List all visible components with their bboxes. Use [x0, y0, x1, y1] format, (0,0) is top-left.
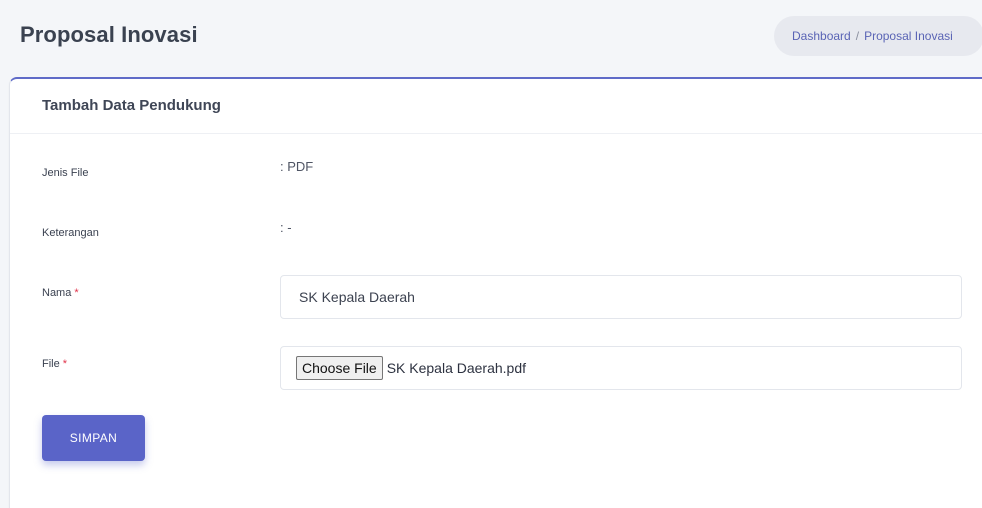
nama-required-mark: *	[74, 287, 79, 299]
file-input[interactable]: Choose File SK Kepala Daerah.pdf	[280, 346, 962, 390]
keterangan-label: Keterangan	[42, 227, 99, 239]
file-label: File *	[42, 358, 67, 370]
file-required-mark: *	[62, 358, 68, 370]
nama-input[interactable]	[280, 275, 962, 319]
jenis-file-label-text: Jenis File	[42, 167, 89, 179]
page-title: Proposal Inovasi	[20, 22, 198, 47]
file-label-text: File	[42, 358, 60, 370]
breadcrumb-dashboard-link[interactable]: Dashboard	[792, 29, 851, 43]
simpan-button[interactable]: SIMPAN	[42, 415, 145, 461]
choose-file-button[interactable]: Choose File	[296, 356, 383, 380]
jenis-file-label: Jenis File	[42, 167, 88, 179]
breadcrumb: Dashboard / Proposal Inovasi	[774, 16, 982, 56]
page: Proposal Inovasi Dashboard / Proposal In…	[0, 0, 982, 508]
card-header: Tambah Data Pendukung	[10, 79, 982, 134]
nama-label-text: Nama	[42, 287, 72, 299]
page-header: Proposal Inovasi Dashboard / Proposal In…	[0, 0, 982, 74]
card-title: Tambah Data Pendukung	[42, 97, 221, 114]
form-card: Tambah Data Pendukung Jenis File : PDF K…	[9, 77, 982, 508]
jenis-file-value: : PDF	[280, 159, 314, 174]
breadcrumb-separator: /	[855, 29, 860, 43]
keterangan-value: : -	[280, 220, 292, 235]
nama-label: Nama *	[42, 287, 79, 299]
keterangan-label-text: Keterangan	[42, 227, 99, 239]
selected-file-name: SK Kepala Daerah.pdf	[386, 360, 527, 376]
breadcrumb-current: Proposal Inovasi	[864, 29, 953, 43]
